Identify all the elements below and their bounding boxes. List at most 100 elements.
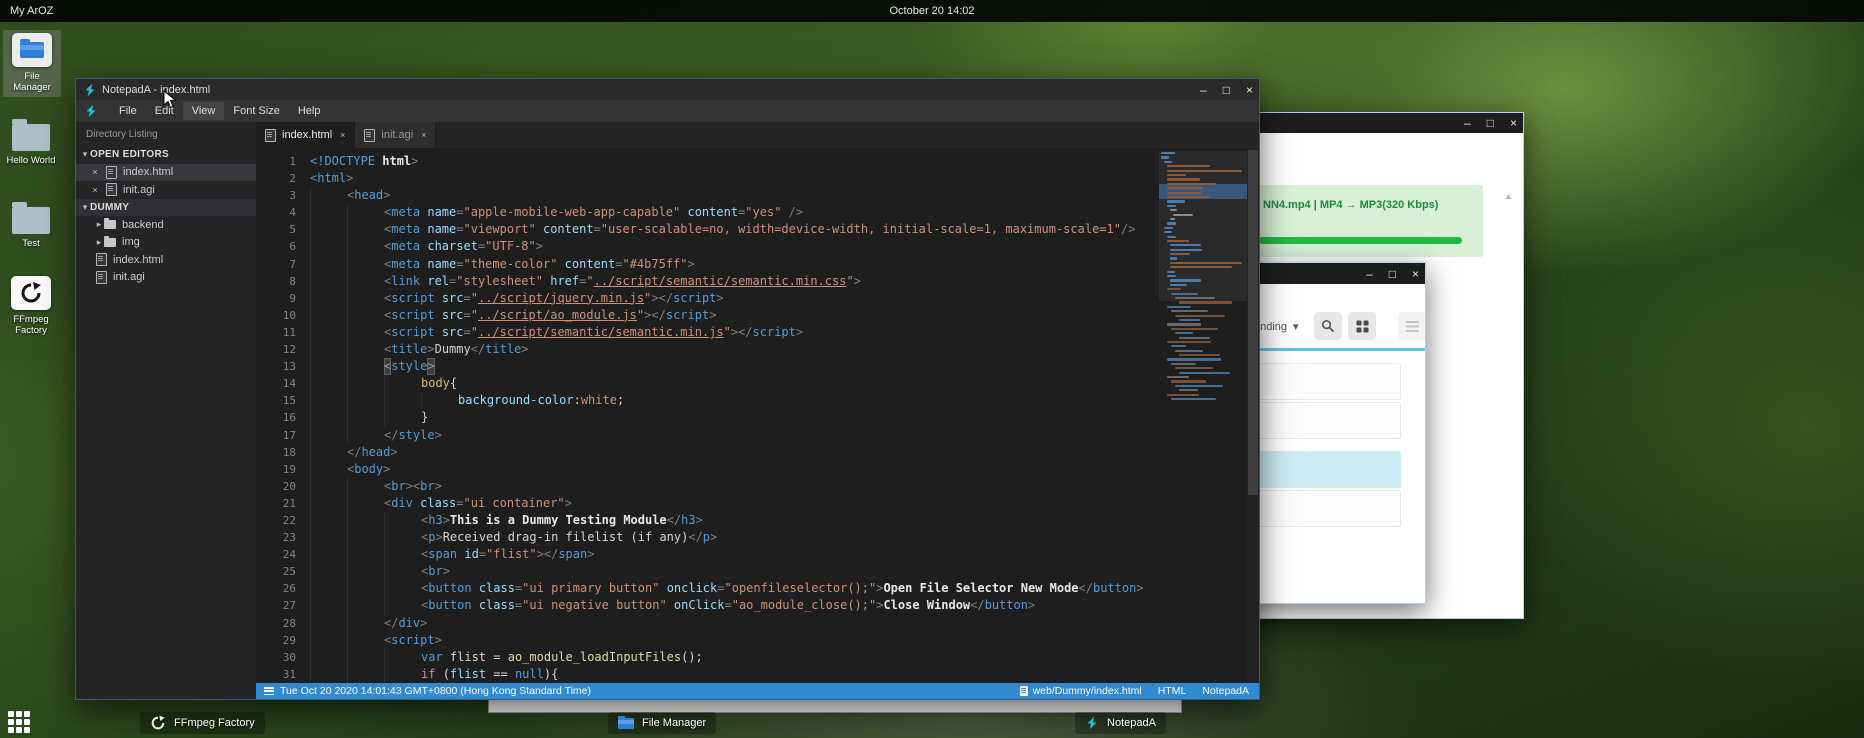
maximize-button[interactable]: □ xyxy=(1487,117,1494,129)
system-topbar: My ArOZ October 20 14:02 xyxy=(0,0,1864,22)
code-token: name xyxy=(427,221,456,238)
minimize-button[interactable]: – xyxy=(1464,117,1471,129)
line-number: 24 xyxy=(256,546,310,563)
menu-view[interactable]: View xyxy=(183,102,225,120)
taskbar-item-notepada[interactable]: NotepadA xyxy=(1075,712,1166,734)
code-token: br xyxy=(420,478,434,495)
code-token: br xyxy=(428,563,442,580)
code-line: 9<script src="../script/jquery.min.js"><… xyxy=(256,290,1149,307)
code-token: </ xyxy=(1079,580,1093,597)
code-token: "ao_module_close();" xyxy=(732,597,877,614)
menu-font-size[interactable]: Font Size xyxy=(224,102,288,120)
code-line: 1<!DOCTYPE html> xyxy=(256,153,1149,170)
sort-dropdown[interactable]: ending ▾ xyxy=(1254,320,1299,333)
list-view-button[interactable] xyxy=(1398,312,1425,340)
host-label[interactable]: My ArOZ xyxy=(10,5,53,17)
code-area: 1<!DOCTYPE html>2<html>3<head>4<meta nam… xyxy=(256,153,1149,683)
notepada-logo-icon xyxy=(84,104,98,118)
statusbar-datetime[interactable]: Tue Oct 20 2020 14:01:43 GMT+0800 (Hong … xyxy=(280,685,591,697)
code-line: 29<script> xyxy=(256,632,1149,649)
grid-view-button[interactable] xyxy=(1348,312,1376,340)
search-button[interactable] xyxy=(1314,312,1342,340)
close-icon[interactable]: × xyxy=(90,167,100,177)
close-button[interactable]: × xyxy=(1510,117,1517,129)
desktop-icon-test[interactable]: Test xyxy=(2,201,60,249)
minimap[interactable] xyxy=(1161,151,1245,401)
indent-guide xyxy=(310,444,347,461)
code-token: < xyxy=(384,273,391,290)
statusbar-language[interactable]: HTML xyxy=(1158,685,1187,697)
code-token: html xyxy=(382,153,411,170)
maximize-button[interactable]: □ xyxy=(1223,84,1230,96)
indent-guide xyxy=(310,649,347,666)
code-token: < xyxy=(384,290,391,307)
desktop-icon-label: FFmpeg Factory xyxy=(4,314,58,336)
statusbar-filepath[interactable]: web/Dummy/index.html xyxy=(1020,685,1142,697)
notepada-window: NotepadA - index.html – □ × FileEditView… xyxy=(75,78,1260,700)
recycle-icon xyxy=(11,276,51,310)
scrollbar-thumb[interactable] xyxy=(1248,150,1258,495)
minimize-button[interactable]: – xyxy=(1366,268,1373,280)
code-token: > xyxy=(587,546,594,563)
code-line: 30var flist = ao_module_loadInputFiles()… xyxy=(256,649,1149,666)
close-icon[interactable]: × xyxy=(90,185,100,195)
line-number: 5 xyxy=(256,221,310,238)
tree-item-init-agi[interactable]: ×init.agi xyxy=(76,181,256,199)
editor-scrollbar[interactable] xyxy=(1247,148,1259,683)
code-token: script xyxy=(753,324,796,341)
code-token: class xyxy=(420,495,456,512)
app-launcher-button[interactable] xyxy=(6,709,32,735)
code-line: 27<button class="ui negative button" onC… xyxy=(256,597,1149,614)
code-token: content xyxy=(565,256,616,273)
indent-guide xyxy=(347,495,384,512)
close-icon[interactable]: × xyxy=(340,130,345,140)
tree-item-index-html[interactable]: index.html xyxy=(76,251,256,269)
line-number: 17 xyxy=(256,427,310,444)
close-icon[interactable]: × xyxy=(421,130,426,140)
indent-guide xyxy=(347,666,384,683)
code-line: 19<body> xyxy=(256,461,1149,478)
system-clock: October 20 14:02 xyxy=(889,5,974,17)
menu-edit[interactable]: Edit xyxy=(146,102,183,120)
taskbar-item-ffmpeg-factory[interactable]: FFmpeg Factory xyxy=(140,712,265,734)
minimize-button[interactable]: – xyxy=(1200,84,1207,96)
indent-guide xyxy=(347,238,384,255)
desktop-icon-hello-world[interactable]: Hello World xyxy=(2,118,60,166)
tab-index-html[interactable]: index.html× xyxy=(256,122,355,148)
desktop-icon-file-manager[interactable]: File Manager xyxy=(3,30,61,97)
close-button[interactable]: × xyxy=(1412,268,1419,280)
tab-init-agi[interactable]: init.agi× xyxy=(355,122,436,148)
desktop-icon-ffmpeg-factory[interactable]: FFmpeg Factory xyxy=(2,276,60,336)
code-token: = xyxy=(717,580,724,597)
tree-section-dummy[interactable]: ▾DUMMY xyxy=(76,199,256,217)
code-token: > xyxy=(854,273,861,290)
line-number: 16 xyxy=(256,409,310,426)
tree-item-index-html[interactable]: ×index.html xyxy=(76,164,256,182)
code-token: > xyxy=(435,529,442,546)
file-icon xyxy=(364,129,375,142)
indent-guide xyxy=(347,615,384,632)
code-token xyxy=(680,204,687,221)
indent-guide xyxy=(310,221,347,238)
desktop-icon-label: Test xyxy=(22,238,39,249)
scroll-up-icon[interactable]: ▲ xyxy=(1504,191,1513,201)
tree-section-open-editors[interactable]: ▾OPEN EDITORS xyxy=(76,146,256,164)
tree-item-img[interactable]: ▸img xyxy=(76,234,256,252)
code-token: = xyxy=(594,221,601,238)
menu-file[interactable]: File xyxy=(110,102,146,120)
tree-item-backend[interactable]: ▸backend xyxy=(76,216,256,234)
folder-icon xyxy=(104,238,116,247)
indent-guide xyxy=(384,529,421,546)
taskbar-item-file-manager[interactable]: File Manager xyxy=(608,712,716,734)
code-token: Open File Selector New Mode xyxy=(883,580,1078,597)
menu-help[interactable]: Help xyxy=(289,102,330,120)
tree-section-label: OPEN EDITORS xyxy=(90,149,169,160)
statusbar-appname[interactable]: NotepadA xyxy=(1202,685,1249,697)
maximize-button[interactable]: □ xyxy=(1389,268,1396,280)
tree-item-init-agi[interactable]: init.agi xyxy=(76,269,256,287)
line-number: 22 xyxy=(256,512,310,529)
code-token: <!DOCTYPE xyxy=(310,153,382,170)
close-button[interactable]: × xyxy=(1246,84,1253,96)
indent-guide xyxy=(310,632,347,649)
code-editor[interactable]: 1<!DOCTYPE html>2<html>3<head>4<meta nam… xyxy=(256,148,1259,683)
